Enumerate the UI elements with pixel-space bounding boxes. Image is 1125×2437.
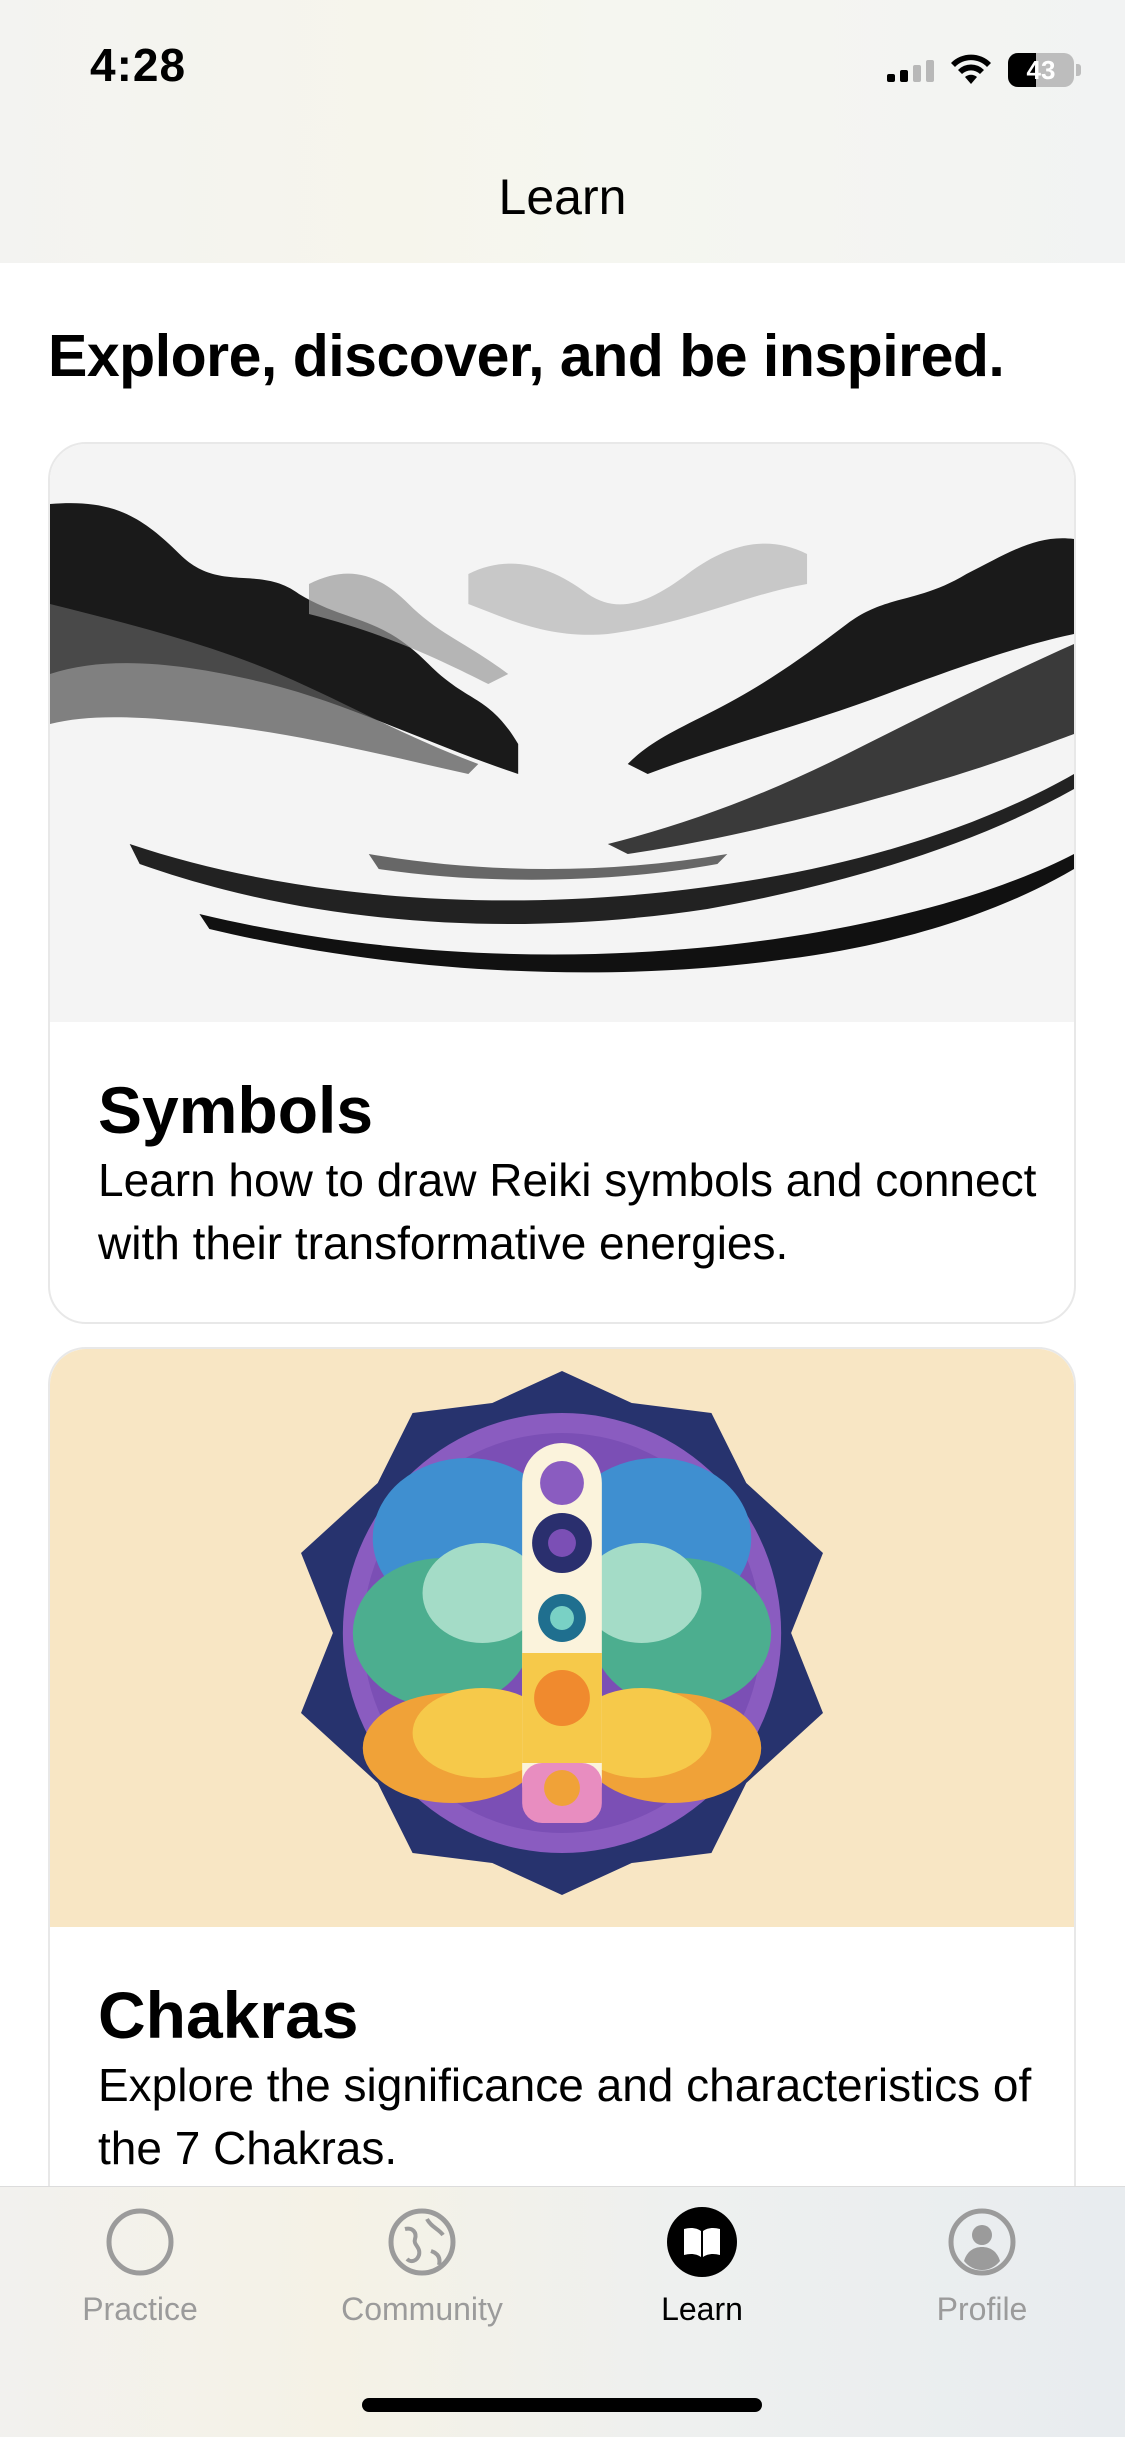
tab-label: Profile: [936, 2291, 1028, 2327]
globe-icon: [388, 2208, 456, 2276]
battery-icon: 43: [1008, 53, 1074, 87]
tab-practice[interactable]: Practice: [20, 2207, 260, 2328]
chakra-mandala-image: [50, 1349, 1074, 1927]
tab-label: Community: [341, 2291, 503, 2327]
status-time: 4:28: [90, 39, 187, 91]
wifi-icon: [951, 54, 991, 84]
top-bar: 4:28 43 Learn: [0, 0, 1125, 263]
tab-label: Learn: [661, 2291, 743, 2327]
battery-percent: 43: [1026, 54, 1056, 85]
tab-label: Practice: [82, 2291, 198, 2327]
ink-mountains-image: [50, 444, 1074, 1022]
tab-learn[interactable]: Learn: [582, 2207, 822, 2328]
card-description: Learn how to draw Reiki symbols and conn…: [98, 1154, 1037, 1269]
book-icon: [667, 2207, 737, 2277]
person-icon: [948, 2208, 1016, 2276]
symbols-card[interactable]: Symbols Learn how to draw Reiki symbols …: [48, 442, 1076, 1324]
status-icons: 43: [887, 48, 1081, 92]
battery-nub: [1076, 64, 1081, 76]
circle-icon: [106, 2208, 174, 2276]
headline: Explore, discover, and be inspired.: [48, 323, 1005, 389]
tab-profile[interactable]: Profile: [862, 2207, 1102, 2328]
card-title: Symbols: [98, 1073, 374, 1147]
tab-community[interactable]: Community: [302, 2207, 542, 2328]
home-indicator[interactable]: [362, 2398, 762, 2412]
cellular-signal-icon: [887, 58, 934, 82]
page-title: Learn: [498, 169, 627, 225]
card-title: Chakras: [98, 1978, 359, 2052]
card-description: Explore the significance and characteris…: [98, 2059, 1032, 2174]
